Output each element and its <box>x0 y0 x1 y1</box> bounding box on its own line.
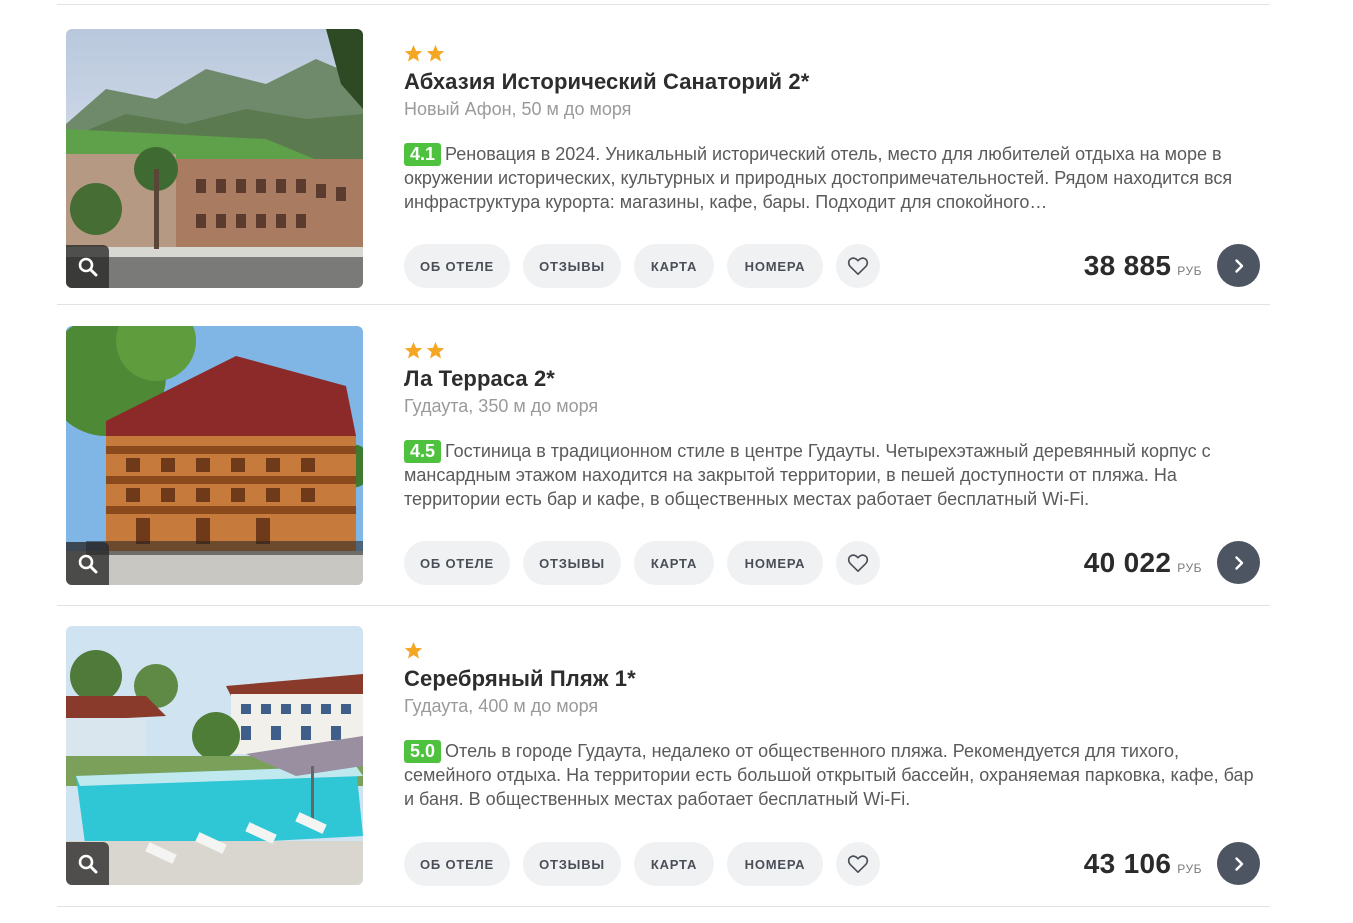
star-rating <box>404 44 1270 66</box>
price: 40 022 РУБ <box>1084 547 1202 581</box>
rooms-button[interactable]: НОМЕРА <box>727 842 823 886</box>
about-hotel-button[interactable]: ОБ ОТЕЛЕ <box>404 541 510 585</box>
star-icon <box>426 341 445 359</box>
photo-zoom-button[interactable] <box>66 542 109 585</box>
reviews-button[interactable]: ОТЗЫВЫ <box>523 842 621 886</box>
price-value: 43 106 <box>1083 848 1172 879</box>
hotel-name[interactable]: Серебряный Пляж 1* <box>404 665 1270 693</box>
reviews-button[interactable]: ОТЗЫВЫ <box>523 244 621 288</box>
hotel-description: 4.1 Реновация в 2024. Уникальный историче… <box>404 142 1264 214</box>
heart-icon <box>847 257 869 275</box>
chevron-right-icon <box>1234 555 1243 570</box>
hotel-card: Ла Терраса 2* Гудаута, 350 м до моря 4.5… <box>57 305 1270 605</box>
hotel-info: Серебряный Пляж 1* Гудаута, 400 м до мор… <box>404 626 1270 811</box>
star-icon <box>404 341 423 359</box>
hotel-card: Серебряный Пляж 1* Гудаута, 400 м до мор… <box>57 606 1270 906</box>
reviews-button[interactable]: ОТЗЫВЫ <box>523 541 621 585</box>
map-button[interactable]: КАРТА <box>634 541 714 585</box>
search-icon <box>78 257 97 276</box>
price-value: 40 022 <box>1083 547 1172 578</box>
card-actions: ОБ ОТЕЛЕ ОТЗЫВЫ КАРТА НОМЕРА <box>404 842 880 886</box>
photo-zoom-button[interactable] <box>66 245 109 288</box>
heart-icon <box>847 554 869 572</box>
card-actions: ОБ ОТЕЛЕ ОТЗЫВЫ КАРТА НОМЕРА <box>404 244 880 288</box>
favorite-button[interactable] <box>836 244 880 288</box>
hotel-location: Новый Афон, 50 м до моря <box>404 99 632 119</box>
price-currency: РУБ <box>1177 862 1202 876</box>
price-currency: РУБ <box>1177 561 1202 575</box>
map-button[interactable]: КАРТА <box>634 842 714 886</box>
hotel-photo[interactable] <box>66 626 363 885</box>
star-icon <box>404 44 423 62</box>
description-text: Реновация в 2024. Уникальный исторически… <box>404 144 1233 212</box>
chevron-right-icon <box>1234 856 1243 871</box>
card-actions: ОБ ОТЕЛЕ ОТЗЫВЫ КАРТА НОМЕРА <box>404 541 880 585</box>
star-icon <box>426 44 445 62</box>
hotel-location: Гудаута, 400 м до моря <box>404 696 599 716</box>
chevron-right-icon <box>1234 258 1243 273</box>
hotel-photo[interactable] <box>66 326 363 585</box>
go-to-hotel-button[interactable] <box>1217 244 1260 287</box>
description-text: Отель в городе Гудаута, недалеко от обще… <box>404 741 1254 809</box>
heart-icon <box>847 855 869 873</box>
star-rating <box>404 641 1270 663</box>
about-hotel-button[interactable]: ОБ ОТЕЛЕ <box>404 244 510 288</box>
go-to-hotel-button[interactable] <box>1217 541 1260 584</box>
hotel-name[interactable]: Абхазия Исторический Санаторий 2* <box>404 68 1270 96</box>
favorite-button[interactable] <box>836 541 880 585</box>
price: 43 106 РУБ <box>1084 848 1202 882</box>
hotel-photo[interactable] <box>66 29 363 288</box>
about-hotel-button[interactable]: ОБ ОТЕЛЕ <box>404 842 510 886</box>
go-to-hotel-button[interactable] <box>1217 842 1260 885</box>
photo-zoom-button[interactable] <box>66 842 109 885</box>
favorite-button[interactable] <box>836 842 880 886</box>
map-button[interactable]: КАРТА <box>634 244 714 288</box>
rooms-button[interactable]: НОМЕРА <box>727 541 823 585</box>
search-icon <box>78 854 97 873</box>
price: 38 885 РУБ <box>1084 250 1202 284</box>
rating-badge: 4.5 <box>404 440 442 463</box>
description-text: Гостиница в традиционном стиле в центре … <box>404 441 1211 509</box>
hotel-description: 4.5 Гостиница в традиционном стиле в цент… <box>404 439 1264 511</box>
star-icon <box>404 641 423 659</box>
hotel-info: Абхазия Исторический Санаторий 2* Новый … <box>404 29 1270 214</box>
star-rating <box>404 341 1270 363</box>
hotel-location: Гудаута, 350 м до моря <box>404 396 599 416</box>
rating-badge: 5.0 <box>404 740 442 763</box>
search-icon <box>78 554 97 573</box>
hotel-info: Ла Терраса 2* Гудаута, 350 м до моря 4.5… <box>404 326 1270 511</box>
price-currency: РУБ <box>1177 264 1202 278</box>
hotel-card: Абхазия Исторический Санаторий 2* Новый … <box>57 4 1270 304</box>
rating-badge: 4.1 <box>404 143 442 166</box>
rooms-button[interactable]: НОМЕРА <box>727 244 823 288</box>
hotel-description: 5.0 Отель в городе Гудаута, недалеко от о… <box>404 739 1264 811</box>
divider <box>57 906 1270 907</box>
price-value: 38 885 <box>1083 250 1172 281</box>
hotel-name[interactable]: Ла Терраса 2* <box>404 365 1270 393</box>
